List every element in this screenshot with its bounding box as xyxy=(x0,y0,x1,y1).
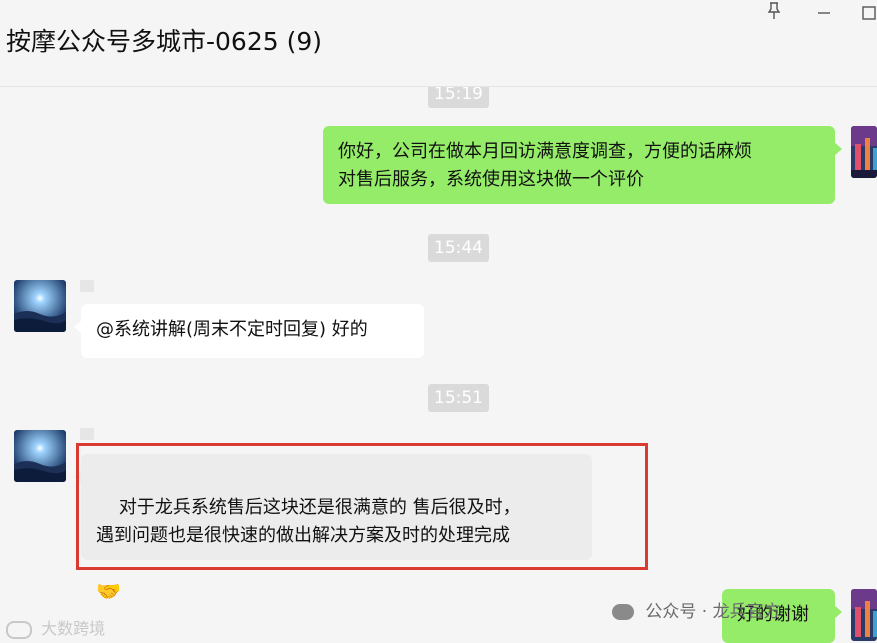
minimize-icon[interactable] xyxy=(812,2,836,28)
sender-name xyxy=(80,428,94,440)
pin-icon[interactable] xyxy=(762,2,786,28)
chat-title: 按摩公众号多城市-0625 (9) xyxy=(6,27,323,56)
message-bubble-incoming[interactable]: @系统讲解(周末不定时回复) 好的 xyxy=(74,304,424,358)
maximize-icon[interactable] xyxy=(860,2,877,28)
timestamp: 15:19 xyxy=(428,87,489,108)
contact-avatar[interactable] xyxy=(14,430,66,482)
highlight-box xyxy=(76,443,648,570)
chat-area[interactable]: 15:19 你好，公司在做本月回访满意度调查，方便的话麻烦 对售后服务，系统使用… xyxy=(0,87,877,643)
sender-name xyxy=(80,280,94,292)
watermark-logo-icon xyxy=(6,620,32,639)
watermark-left-text: 大数跨境 xyxy=(41,619,106,638)
wechat-icon xyxy=(612,604,634,620)
handshake-emoji: 🤝 xyxy=(96,579,121,603)
my-avatar[interactable] xyxy=(851,126,877,178)
watermark-right-text: 公众号 · 龙兵官方 xyxy=(645,602,781,622)
contact-avatar[interactable] xyxy=(14,280,66,332)
timestamp: 15:44 xyxy=(428,234,489,262)
title-bar: 按摩公众号多城市-0625 (9) xyxy=(0,0,877,87)
message-bubble-outgoing[interactable]: 你好，公司在做本月回访满意度调查，方便的话麻烦 对售后服务，系统使用这块做一个评… xyxy=(323,126,842,204)
my-avatar[interactable] xyxy=(851,589,877,641)
timestamp: 15:51 xyxy=(428,384,489,412)
watermark-left: 大数跨境 xyxy=(6,615,105,639)
watermark-right: 公众号 · 龙兵官方 xyxy=(612,597,781,622)
